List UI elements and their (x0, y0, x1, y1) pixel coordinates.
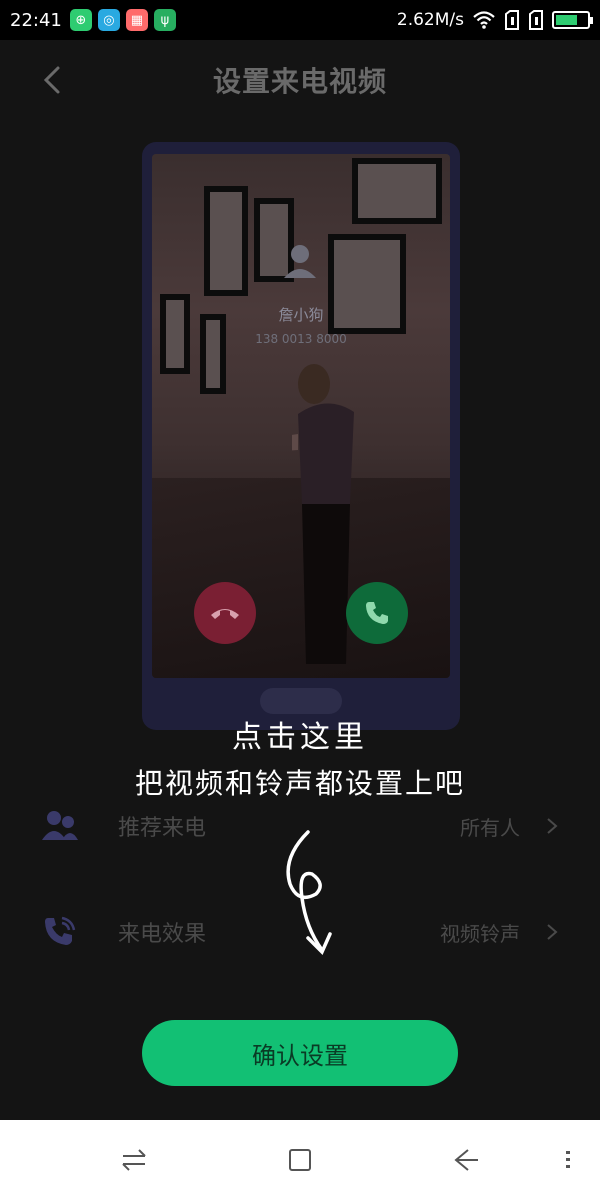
hint-title: 点击这里 (232, 720, 368, 755)
contact-avatar-icon (284, 245, 316, 278)
navigation-bar (0, 1120, 600, 1200)
accept-call-button (346, 582, 408, 644)
sim2-icon (529, 10, 543, 30)
contacts-icon (42, 811, 78, 840)
confirm-settings-button[interactable]: 确认设置 (142, 1020, 458, 1086)
settings-row-value: 视频铃声 (440, 921, 520, 946)
video-preview-screen: 詹小狗 138 0013 8000 (152, 154, 450, 678)
battery-icon (552, 11, 593, 29)
phone-home-button (260, 688, 342, 714)
contact-name: 詹小狗 (278, 306, 324, 324)
contact-number: 138 0013 8000 (255, 332, 347, 346)
wechat-pay-icon: ⊕ (69, 9, 92, 31)
menu-icon[interactable] (552, 1144, 584, 1176)
status-time: 22:41 (10, 9, 62, 31)
chevron-right-icon (547, 924, 558, 940)
picture-frame (352, 158, 442, 224)
phone-ringing-icon (45, 916, 76, 945)
wifi-icon (473, 11, 495, 29)
page-title: 设置来电视频 (212, 65, 387, 98)
switch-app-icon[interactable] (118, 1144, 150, 1176)
network-speed: 2.62M/s (396, 10, 464, 30)
home-icon[interactable] (284, 1144, 316, 1176)
sim1-icon (505, 10, 519, 30)
hint-arrow-icon (286, 830, 332, 956)
video-preview-phone: 詹小狗 138 0013 8000 (142, 142, 460, 730)
phone-icon (366, 602, 388, 624)
picture-frame (200, 314, 226, 394)
picture-frame (204, 186, 248, 296)
settings-row-label: 来电效果 (118, 922, 207, 947)
usb-icon: ψ (153, 9, 176, 31)
gallery-icon: ▦ (125, 9, 148, 31)
header: 设置来电视频 (0, 40, 600, 120)
hint-subtitle: 把视频和铃声都设置上吧 (134, 767, 465, 800)
back-icon[interactable] (450, 1144, 482, 1176)
settings-row-value: 所有人 (460, 815, 520, 840)
back-button[interactable] (36, 62, 72, 98)
decline-call-button (194, 582, 256, 644)
chevron-right-icon (547, 818, 558, 834)
browser-icon: ◎ (97, 9, 120, 31)
battery-level (556, 15, 577, 25)
main-content: 设置来电视频 詹小狗 138 0013 8000 推荐来电 所有人 来电效果 视… (0, 40, 600, 1120)
hang-up-icon (211, 609, 239, 619)
status-bar: 22:41 ⊕ ◎ ▦ ψ 2.62M/s (0, 0, 600, 40)
settings-row-label: 推荐来电 (118, 816, 207, 841)
